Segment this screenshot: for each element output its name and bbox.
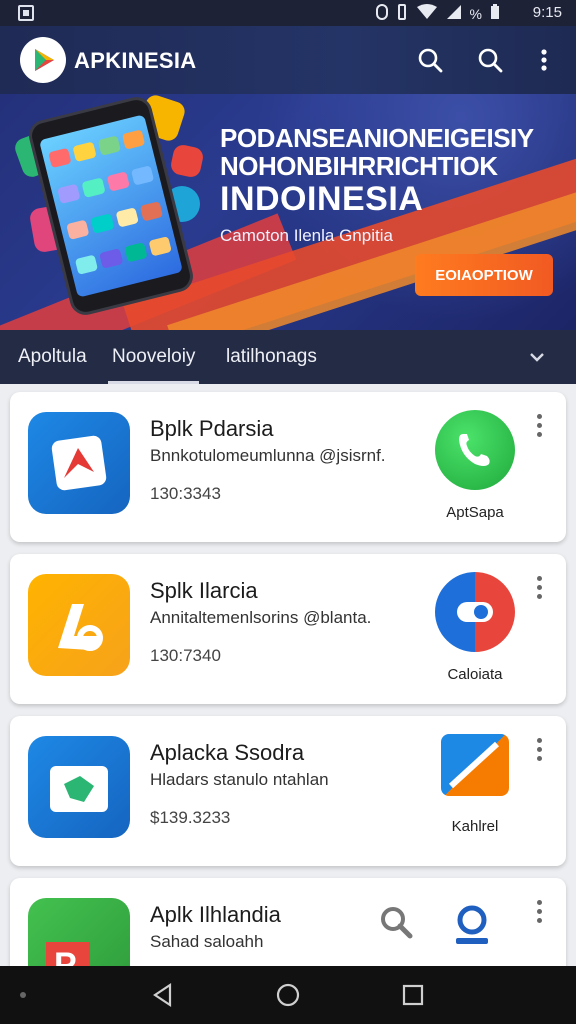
tab-apoltula[interactable]: Apoltula [18, 330, 87, 384]
app-action[interactable]: Kahlrel [420, 734, 530, 835]
back-button[interactable] [150, 982, 176, 1008]
battery-icon [490, 4, 500, 23]
toggle-app-icon [435, 572, 515, 652]
nav-dot-icon [20, 992, 26, 998]
app-description: Annitaltemenlsorins @blanta. [150, 608, 372, 627]
more-vertical-icon [536, 900, 542, 905]
promo-banner[interactable]: PODANSEANIONEIGEISIY NOHONBIHRRICHTIOK I… [0, 94, 576, 330]
app-action-label: Caloiata [447, 666, 503, 683]
app-meta: $139.3233 [150, 808, 231, 827]
category-tabs: Apoltula Nooveloiy latilhonags [0, 330, 576, 384]
phone-screen [39, 114, 183, 298]
vibrate-icon [396, 4, 408, 23]
app-action-label: Kahlrel [451, 818, 499, 835]
app-action[interactable]: AptSapa [420, 410, 530, 521]
app-logo-icon[interactable] [20, 37, 66, 83]
system-navigation-bar [0, 966, 576, 1024]
recents-button[interactable] [400, 982, 426, 1008]
app-action-label: AptSapa [446, 504, 504, 521]
more-options-button[interactable] [532, 414, 546, 440]
app-title: Aplk Ilhlandia [150, 902, 281, 927]
status-icons: % [375, 4, 500, 23]
app-title: APKINESIA [74, 48, 197, 73]
back-icon [153, 982, 172, 1008]
search-icon [418, 48, 443, 73]
chevron-down-icon [530, 353, 544, 362]
tabs-expand-button[interactable] [526, 346, 548, 368]
more-vertical-icon [536, 576, 542, 581]
app-icon [28, 412, 130, 514]
banner-headline-line1: PODANSEANIONEIGEISIY [220, 123, 534, 153]
app-card[interactable]: P Aplk Ilhlandia Sahad saloahh [10, 878, 566, 1000]
app-icon [28, 736, 130, 838]
floating-app-icon [169, 143, 205, 179]
do-not-disturb-icon [375, 4, 388, 23]
clock: 9:15 [532, 4, 562, 21]
app-description: Bnnkotulomeumlunna @jsisrnf. [150, 446, 386, 465]
search-button-secondary[interactable] [472, 42, 508, 78]
app-title: Aplacka Ssodra [150, 740, 305, 765]
app-card[interactable]: Splk Ilarcia Annitaltemenlsorins @blanta… [10, 554, 566, 704]
folder-app-icon [441, 734, 509, 796]
app-card[interactable]: Aplacka Ssodra Hladars stanulo ntahlan $… [10, 716, 566, 866]
banner-headline: PODANSEANIONEIGEISIY NOHONBIHRRICHTIOK [220, 124, 570, 180]
search-icon [478, 48, 503, 73]
banner-cta-button[interactable]: EOIAOPTIOW [415, 254, 553, 296]
search-icon [381, 907, 413, 939]
app-title: Bplk Pdarsia [150, 416, 274, 441]
home-button[interactable] [275, 982, 301, 1008]
app-title: Splk Ilarcia [150, 578, 258, 603]
battery-text: % [469, 5, 482, 22]
banner-headline-line3: INDOINESIA [220, 180, 424, 218]
more-options-button[interactable] [532, 576, 546, 602]
app-meta: 130:3343 [150, 484, 221, 503]
app-action[interactable]: Caloiata [420, 572, 530, 683]
more-options-button[interactable] [532, 738, 546, 764]
screenshot-notification-icon [18, 5, 34, 21]
overflow-menu-button[interactable] [526, 42, 562, 78]
banner-headline-line2: NOHONBIHRRICHTIOK [220, 151, 498, 181]
more-vertical-icon [536, 414, 542, 419]
profile-button[interactable] [450, 902, 494, 951]
tab-latilhonags[interactable]: latilhonags [226, 330, 317, 384]
search-button[interactable] [412, 42, 448, 78]
phone-call-icon [435, 410, 515, 490]
more-vertical-icon [536, 738, 542, 743]
recents-icon [402, 984, 424, 1006]
search-button[interactable] [378, 904, 414, 945]
app-description: Hladars stanulo ntahlan [150, 770, 329, 789]
home-icon [276, 983, 300, 1007]
app-bar: APKINESIA [0, 26, 576, 94]
wifi-icon [416, 4, 438, 23]
app-description: Sahad saloahh [150, 932, 264, 951]
more-vertical-icon [541, 49, 547, 71]
tab-nooveloiy[interactable]: Nooveloiy [107, 330, 200, 384]
status-bar: % 9:15 [0, 0, 576, 26]
banner-subtitle: Camoton Ilenla Gnpitia [220, 226, 393, 245]
app-icon [28, 574, 130, 676]
user-icon [456, 905, 488, 944]
app-card[interactable]: Bplk Pdarsia Bnnkotulomeumlunna @jsisrnf… [10, 392, 566, 542]
signal-icon [446, 4, 462, 23]
app-meta: 130:7340 [150, 646, 221, 665]
more-options-button[interactable] [532, 900, 546, 926]
